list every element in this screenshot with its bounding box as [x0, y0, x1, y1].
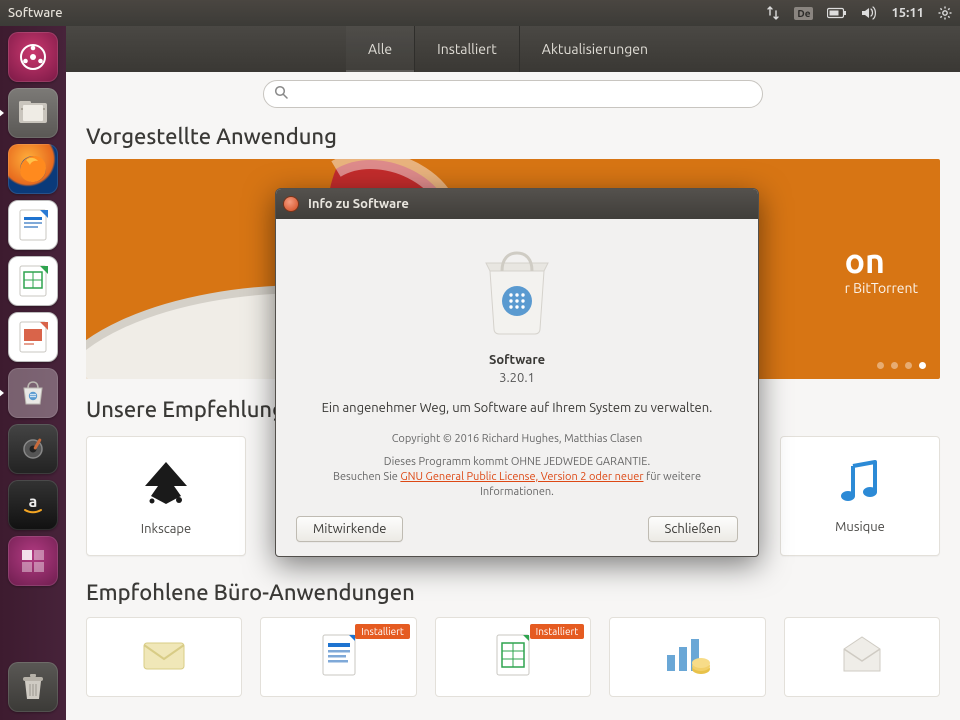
warranty-line1: Dieses Programm kommt OHNE JEDWEDE GARAN…	[384, 456, 650, 468]
dialog-body: Software 3.20.1 Ein angenehmer Weg, um S…	[276, 219, 758, 556]
close-button[interactable]: Schließen	[648, 516, 738, 542]
software-app-icon	[462, 237, 572, 347]
dialog-version: 3.20.1	[296, 371, 738, 385]
license-link[interactable]: GNU General Public License, Version 2 od…	[400, 471, 643, 483]
dialog-description: Ein angenehmer Weg, um Software auf Ihre…	[296, 401, 738, 415]
dialog-app-name: Software	[296, 353, 738, 367]
dialog-warranty: Dieses Programm kommt OHNE JEDWEDE GARAN…	[296, 455, 738, 500]
warranty-visit: Besuchen Sie	[333, 471, 400, 483]
close-icon[interactable]	[284, 197, 298, 211]
dialog-title: Info zu Software	[308, 197, 409, 211]
dialog-footer: Mitwirkende Schließen	[296, 516, 738, 542]
dialog-copyright: Copyright © 2016 Richard Hughes, Matthia…	[296, 433, 738, 445]
credits-button[interactable]: Mitwirkende	[296, 516, 403, 542]
about-dialog: Info zu Software Software 3.20.1 Ein ang…	[275, 188, 759, 557]
dialog-titlebar[interactable]: Info zu Software	[276, 189, 758, 219]
